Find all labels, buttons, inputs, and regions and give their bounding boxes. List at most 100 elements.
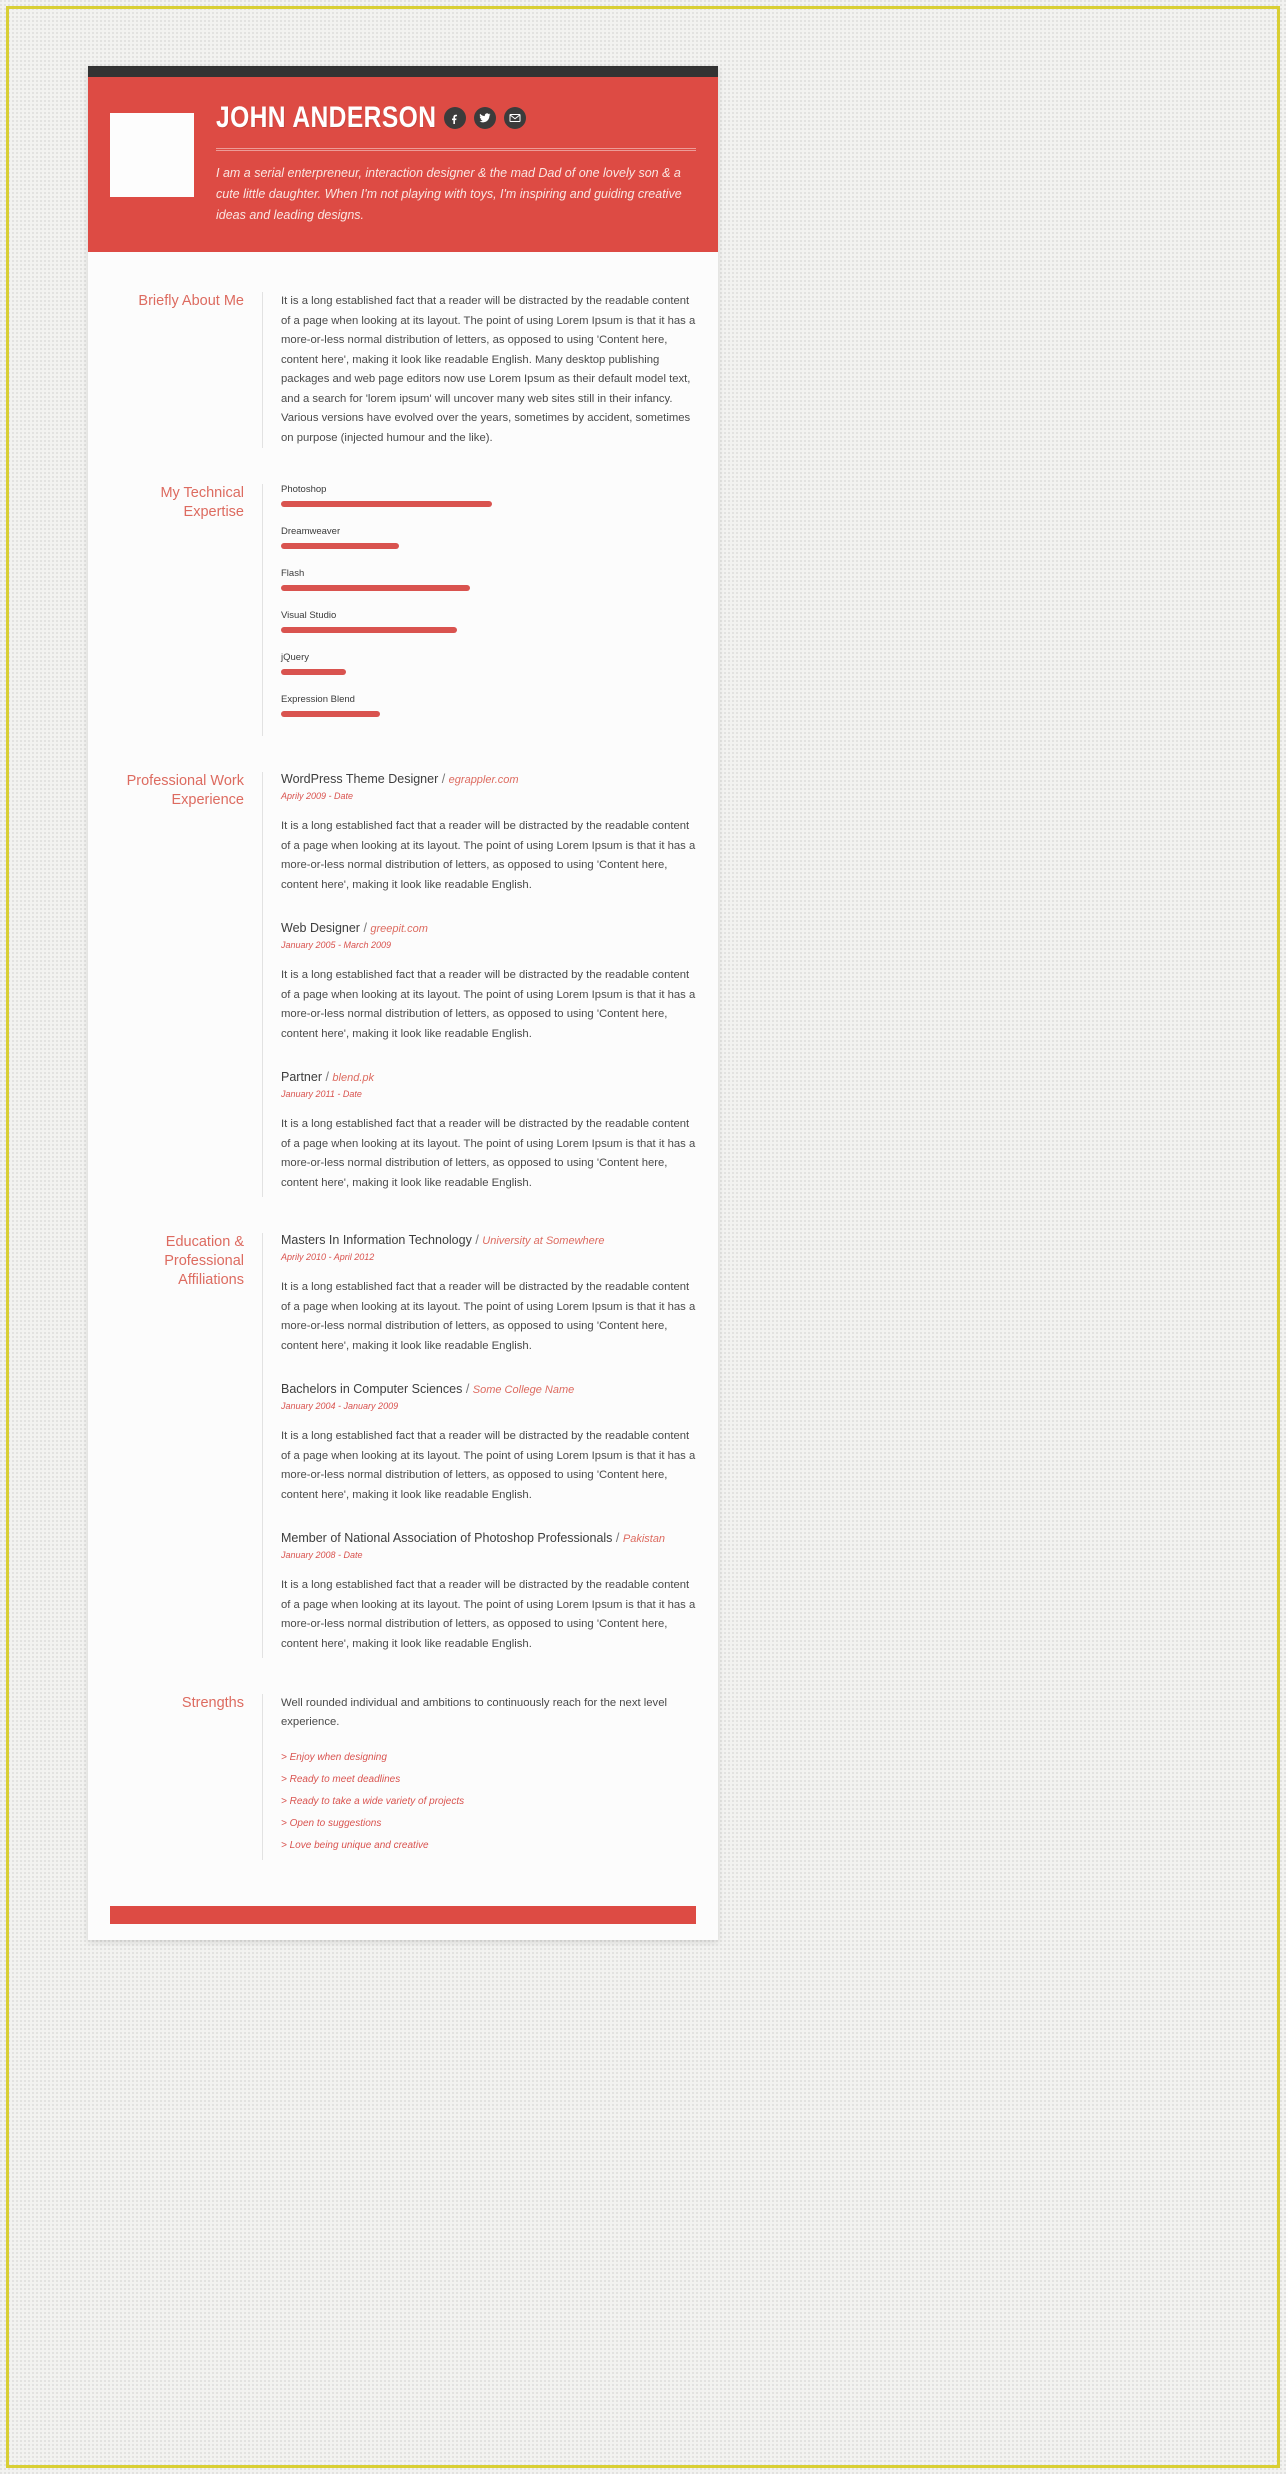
entry-date: Aprily 2009 - Date	[281, 791, 354, 801]
facebook-icon[interactable]	[443, 107, 466, 129]
entry-date: January 2005 - March 2009	[281, 940, 392, 950]
skill-bar-fill	[281, 711, 380, 717]
header-details: JOHN ANDERSON I am a serial enterpreneur…	[216, 99, 696, 226]
skill-bar-fill	[281, 501, 492, 507]
entry-title: WordPress Theme Designer / egrappler.com	[281, 772, 696, 786]
page-title: JOHN ANDERSON	[216, 101, 437, 134]
section-label-about: Briefly About Me	[138, 293, 244, 309]
timeline-entry: Partner / blend.pk January 2011 - Date It …	[281, 1070, 696, 1193]
entry-role: Masters In Information Technology	[281, 1233, 472, 1247]
entry-organization[interactable]: blend.pk	[332, 1072, 374, 1084]
entry-description: It is a long established fact that a rea…	[281, 1281, 696, 1352]
section-label-education: Education & Professional Affiliations	[164, 1234, 244, 1288]
section-content-experience: WordPress Theme Designer / egrappler.com…	[262, 772, 696, 1197]
strength-item: > Enjoy when designing	[281, 1752, 387, 1763]
skill-bar-track	[281, 543, 496, 549]
skill-label: Visual Studio	[281, 610, 337, 621]
entry-title: Web Designer / greepit.com	[281, 921, 696, 935]
timeline-entry: Member of National Association of Photos…	[281, 1531, 696, 1654]
entry-title: Partner / blend.pk	[281, 1070, 696, 1084]
skill-bar-fill	[281, 669, 346, 675]
entry-separator: /	[322, 1070, 333, 1084]
card-footer-bar	[110, 1906, 696, 1924]
card-bottom-padding	[88, 1924, 718, 1940]
card-top-bar	[88, 66, 718, 77]
entry-date: January 2004 - January 2009	[281, 1401, 399, 1411]
profile-photo-placeholder	[110, 113, 194, 197]
skill-bar-track	[281, 711, 496, 717]
strength-item: > Love being unique and creative	[281, 1840, 429, 1851]
entry-description: It is a long established fact that a rea…	[281, 820, 696, 891]
section-about: Briefly About Me It is a long establishe…	[110, 278, 696, 470]
about-paragraph: It is a long established fact that a rea…	[281, 295, 696, 444]
section-content-strengths: Well rounded individual and ambitions to…	[262, 1694, 696, 1860]
skill-item: Expression Blend	[281, 694, 496, 717]
section-experience: Professional Work Experience WordPress T…	[110, 758, 696, 1219]
header-divider	[216, 148, 696, 151]
skill-bar-track	[281, 585, 496, 591]
entry-role: Bachelors in Computer Sciences	[281, 1382, 463, 1396]
strength-item: > Ready to take a wide variety of projec…	[281, 1796, 465, 1807]
entry-description: It is a long established fact that a rea…	[281, 1579, 696, 1650]
skill-label: Flash	[281, 568, 305, 579]
email-icon[interactable]	[503, 107, 526, 129]
skill-item: Visual Studio	[281, 610, 496, 633]
twitter-icon[interactable]	[473, 107, 496, 129]
entry-role: Partner	[281, 1070, 322, 1084]
entry-title: Masters In Information Technology / Univ…	[281, 1233, 696, 1247]
skill-list: Photoshop Dreamweaver Flash Visual Studio jQ…	[281, 484, 696, 736]
timeline-entry: Bachelors in Computer Sciences / Some Co…	[281, 1382, 696, 1505]
skill-bar-track	[281, 501, 496, 507]
section-skills: My Technical Expertise Photoshop Dreamwea…	[110, 470, 696, 758]
skill-item: Flash	[281, 568, 496, 591]
entry-description: It is a long established fact that a rea…	[281, 969, 696, 1040]
entry-date: Aprily 2010 - April 2012	[281, 1252, 375, 1262]
entry-role: WordPress Theme Designer	[281, 772, 439, 786]
strengths-intro: Well rounded individual and ambitions to…	[281, 1697, 667, 1728]
strength-item: > Ready to meet deadlines	[281, 1774, 401, 1785]
strengths-list: > Enjoy when designing > Ready to meet de…	[281, 1750, 696, 1854]
skill-bar-track	[281, 669, 496, 675]
name-and-social-row: JOHN ANDERSON	[216, 101, 696, 135]
section-content-about: It is a long established fact that a rea…	[262, 292, 696, 448]
entry-role: Member of National Association of Photos…	[281, 1531, 613, 1545]
skill-bar-track	[281, 627, 496, 633]
entry-organization[interactable]: Pakistan	[623, 1533, 665, 1545]
entry-title: Bachelors in Computer Sciences / Some Co…	[281, 1382, 696, 1396]
timeline-entry: Masters In Information Technology / Univ…	[281, 1233, 696, 1356]
header-tagline: I am a serial enterpreneur, interaction …	[216, 166, 682, 222]
entry-separator: /	[359, 921, 371, 935]
section-content-skills: Photoshop Dreamweaver Flash Visual Studio jQ…	[262, 484, 696, 736]
entry-date: January 2008 - Date	[281, 1550, 363, 1560]
skill-bar-fill	[281, 627, 458, 633]
skill-item: Photoshop	[281, 484, 496, 507]
section-education: Education & Professional Affiliations Ma…	[110, 1219, 696, 1680]
resume-body: Briefly About Me It is a long establishe…	[88, 252, 718, 1886]
entry-organization[interactable]: Some College Name	[473, 1384, 575, 1396]
resume-card: JOHN ANDERSON I am a serial enterpreneur…	[88, 66, 718, 1940]
skill-item: jQuery	[281, 652, 496, 675]
entry-description: It is a long established fact that a rea…	[281, 1430, 696, 1501]
skill-label: jQuery	[281, 652, 309, 663]
entry-separator: /	[438, 772, 449, 786]
entry-organization[interactable]: University at Somewhere	[482, 1235, 604, 1247]
timeline-entry: Web Designer / greepit.com January 2005 -…	[281, 921, 696, 1044]
timeline-entry: WordPress Theme Designer / egrappler.com…	[281, 772, 696, 895]
resume-header: JOHN ANDERSON I am a serial enterpreneur…	[88, 77, 718, 252]
entry-date: January 2011 - Date	[281, 1089, 362, 1099]
entry-organization[interactable]: greepit.com	[370, 923, 427, 935]
section-content-education: Masters In Information Technology / Univ…	[262, 1233, 696, 1658]
entry-separator: /	[612, 1531, 623, 1545]
entry-organization[interactable]: egrappler.com	[449, 774, 519, 786]
social-links	[443, 107, 526, 129]
section-label-skills: My Technical Expertise	[160, 485, 244, 520]
skill-label: Photoshop	[281, 484, 327, 495]
entry-separator: /	[471, 1233, 483, 1247]
section-label-strengths: Strengths	[181, 1695, 244, 1711]
skill-bar-fill	[281, 543, 400, 549]
strength-item: > Open to suggestions	[281, 1818, 382, 1829]
entry-title: Member of National Association of Photos…	[281, 1531, 696, 1545]
skill-label: Expression Blend	[281, 694, 355, 705]
section-strengths: Strengths Well rounded individual and am…	[110, 1680, 696, 1882]
skill-bar-fill	[281, 585, 471, 591]
